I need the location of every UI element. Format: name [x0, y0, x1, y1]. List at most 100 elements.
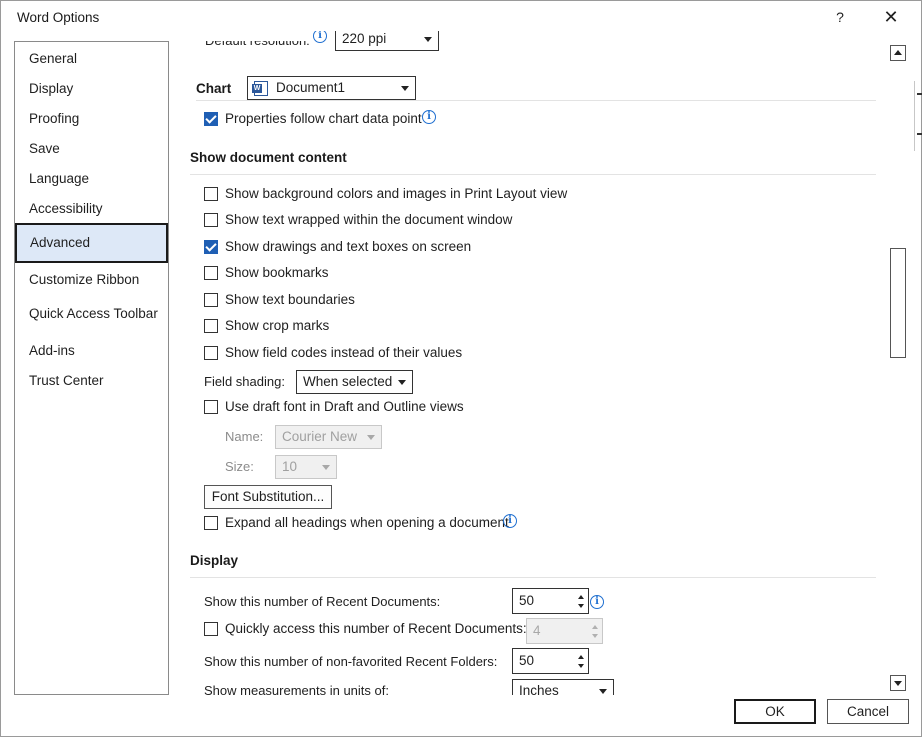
show-text-wrapped-label: Show text wrapped within the document wi… [225, 212, 513, 227]
advanced-options-panel: Default resolution: i 220 ppi Chart Docu… [169, 31, 887, 695]
expand-headings-checkbox[interactable] [204, 516, 218, 530]
properties-follow-checkbox-row[interactable]: Properties follow chart data point [204, 109, 504, 129]
show-text-boundaries-checkbox[interactable] [204, 293, 218, 307]
chevron-down-icon [322, 465, 330, 470]
spin-up-icon[interactable] [592, 625, 598, 629]
chart-document-select[interactable]: Document1 [247, 76, 416, 100]
nav-item-quick-access-toolbar[interactable]: Quick Access Toolbar [15, 299, 168, 329]
chevron-down-icon [398, 380, 406, 385]
expand-headings-row[interactable]: Expand all headings when opening a docum… [204, 513, 524, 533]
nav-item-advanced[interactable]: Advanced [15, 223, 168, 263]
recent-folders-label: Show this number of non-favorited Recent… [204, 654, 498, 669]
nav-item-trust-center[interactable]: Trust Center [15, 366, 168, 396]
close-button[interactable]: ✕ [877, 5, 905, 29]
scroll-down-arrow-icon[interactable] [890, 675, 906, 691]
font-substitution-button[interactable]: Font Substitution... [204, 485, 332, 509]
font-name-value: Courier New [282, 429, 358, 444]
word-options-dialog: Word Options ? ✕ General Display Proofin… [0, 0, 922, 737]
chevron-down-icon [401, 86, 409, 91]
info-icon: i [590, 595, 604, 609]
show-field-codes-row[interactable]: Show field codes instead of their values [204, 343, 604, 363]
background-window-edge [914, 81, 922, 151]
field-shading-label: Field shading: [204, 374, 285, 389]
draft-font-checkbox[interactable] [204, 400, 218, 414]
size-label: Size: [225, 459, 254, 474]
show-drawings-row[interactable]: Show drawings and text boxes on screen [204, 237, 604, 257]
spin-down-icon[interactable] [592, 634, 598, 638]
default-resolution-select[interactable]: 220 ppi [335, 31, 439, 51]
nav-item-customize-ribbon[interactable]: Customize Ribbon [15, 265, 168, 295]
display-heading: Display [190, 553, 239, 568]
nav-item-proofing[interactable]: Proofing [15, 104, 168, 134]
recent-documents-label: Show this number of Recent Documents: [204, 594, 441, 609]
show-background-colors-label: Show background colors and images in Pri… [225, 186, 568, 201]
show-text-wrapped-row[interactable]: Show text wrapped within the document wi… [204, 210, 604, 230]
measurements-value: Inches [519, 683, 559, 695]
show-text-wrapped-checkbox[interactable] [204, 213, 218, 227]
spin-down-icon[interactable] [578, 604, 584, 608]
font-size-value: 10 [282, 459, 298, 474]
nav-item-save[interactable]: Save [15, 134, 168, 164]
draft-font-row[interactable]: Use draft font in Draft and Outline view… [204, 397, 604, 417]
recent-folders-value: 50 [519, 653, 535, 668]
show-text-boundaries-row[interactable]: Show text boundaries [204, 290, 604, 310]
properties-follow-label: Properties follow chart data point [225, 111, 422, 126]
show-bookmarks-row[interactable]: Show bookmarks [204, 263, 604, 283]
spin-down-icon[interactable] [578, 664, 584, 668]
show-field-codes-checkbox[interactable] [204, 346, 218, 360]
nav-item-accessibility[interactable]: Accessibility [15, 194, 168, 224]
nav-item-add-ins[interactable]: Add-ins [15, 336, 168, 366]
info-icon: i [422, 110, 436, 124]
scroll-up-arrow-icon[interactable] [890, 45, 906, 61]
nav-item-display[interactable]: Display [15, 74, 168, 104]
show-crop-marks-label: Show crop marks [225, 318, 330, 333]
expand-headings-label: Expand all headings when opening a docum… [225, 515, 509, 530]
cancel-button[interactable]: Cancel [827, 699, 909, 724]
show-crop-marks-row[interactable]: Show crop marks [204, 316, 604, 336]
chart-document-value: Document1 [276, 80, 346, 95]
recent-folders-spinner[interactable]: 50 [512, 648, 589, 674]
show-background-colors-row[interactable]: Show background colors and images in Pri… [204, 184, 604, 204]
chevron-down-icon [599, 689, 607, 694]
recent-documents-value: 50 [519, 593, 535, 608]
word-document-icon [252, 81, 268, 96]
chevron-down-icon [367, 435, 375, 440]
window-title: Word Options [17, 10, 100, 25]
info-icon: i [313, 31, 327, 43]
name-label: Name: [225, 429, 264, 444]
quick-access-checkbox[interactable] [204, 622, 218, 636]
content-scrollbar[interactable] [888, 41, 908, 695]
nav-item-language[interactable]: Language [15, 164, 168, 194]
show-background-colors-checkbox[interactable] [204, 187, 218, 201]
draft-font-label: Use draft font in Draft and Outline view… [225, 399, 464, 414]
spin-up-icon[interactable] [578, 655, 584, 659]
show-crop-marks-checkbox[interactable] [204, 319, 218, 333]
info-icon: i [503, 514, 517, 528]
field-shading-value: When selected [303, 374, 393, 389]
properties-follow-checkbox[interactable] [204, 112, 218, 126]
options-nav: General Display Proofing Save Language A… [14, 41, 169, 695]
field-shading-select[interactable]: When selected [296, 370, 413, 394]
ok-button[interactable]: OK [734, 699, 816, 724]
show-drawings-checkbox[interactable] [204, 240, 218, 254]
show-bookmarks-checkbox[interactable] [204, 266, 218, 280]
quick-access-row[interactable]: Quickly access this number of Recent Doc… [204, 619, 527, 639]
default-resolution-value: 220 ppi [342, 31, 387, 46]
quick-access-label: Quickly access this number of Recent Doc… [225, 621, 527, 636]
help-button[interactable]: ? [827, 5, 853, 29]
show-document-content-heading: Show document content [190, 150, 347, 165]
measurements-label: Show measurements in units of: [204, 683, 389, 695]
chevron-down-icon [424, 37, 432, 42]
quick-access-value: 4 [533, 623, 541, 638]
measurements-select[interactable]: Inches [512, 679, 614, 695]
scrollbar-thumb[interactable] [890, 248, 906, 358]
font-name-select[interactable]: Courier New [275, 425, 382, 449]
chart-label: Chart [196, 81, 232, 96]
recent-documents-spinner[interactable]: 50 [512, 588, 589, 614]
show-field-codes-label: Show field codes instead of their values [225, 345, 463, 360]
show-drawings-label: Show drawings and text boxes on screen [225, 239, 472, 254]
quick-access-spinner[interactable]: 4 [526, 618, 603, 644]
font-size-select[interactable]: 10 [275, 455, 337, 479]
spin-up-icon[interactable] [578, 595, 584, 599]
nav-item-general[interactable]: General [15, 44, 168, 74]
